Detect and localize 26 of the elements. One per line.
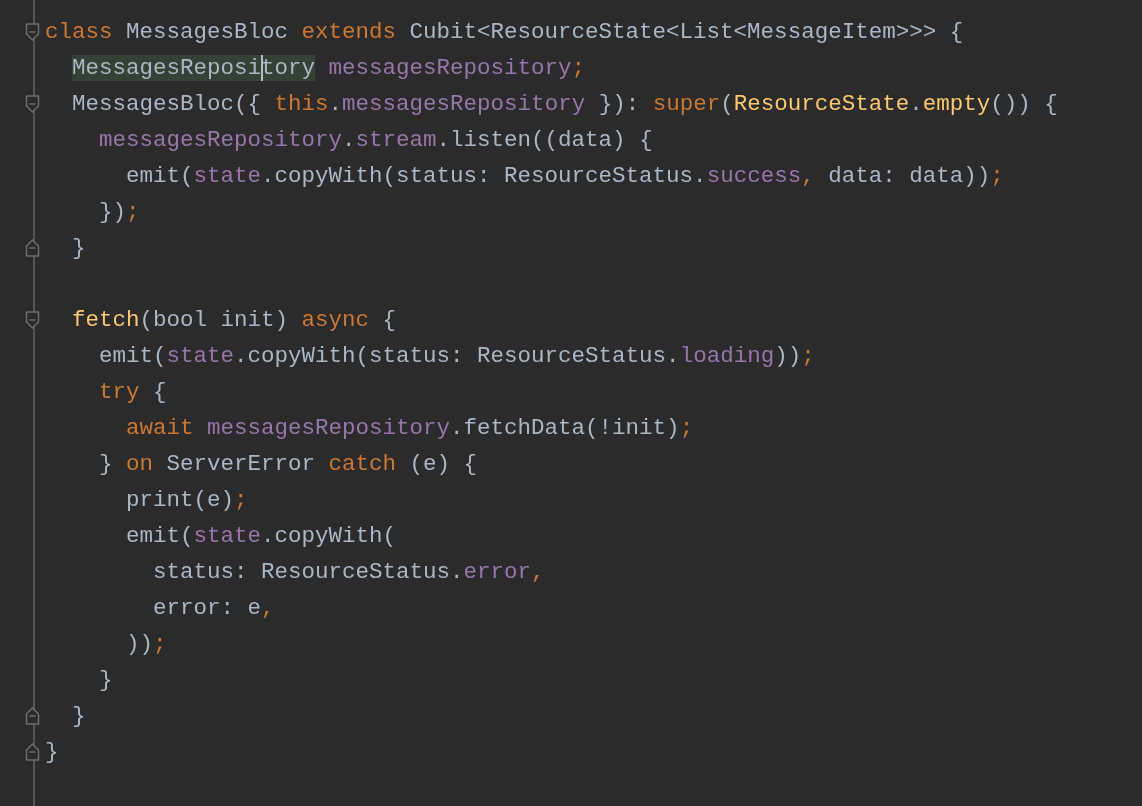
fold-marker-icon[interactable]: [25, 743, 40, 761]
code-line: }: [72, 702, 86, 731]
code-line: ));: [126, 630, 167, 659]
code-line: emit(state.copyWith(: [126, 522, 397, 551]
fold-marker-icon[interactable]: [25, 95, 40, 113]
code-line: MessagesRepository messagesRepository;: [72, 54, 586, 83]
code-line: print(e);: [126, 486, 248, 515]
code-line: }: [99, 666, 113, 695]
code-line: error: e,: [153, 594, 275, 623]
code-line: class MessagesBloc extends Cubit<ResourceState<List<MessageItem>>> {: [45, 18, 964, 47]
code-line: }: [45, 738, 59, 767]
fold-marker-icon[interactable]: [25, 23, 40, 41]
code-line: });: [99, 198, 140, 227]
code-line: try {: [99, 378, 167, 407]
code-line: await messagesRepository.fetchData(!init);: [126, 414, 694, 443]
code-line: status: ResourceStatus.error,: [153, 558, 545, 587]
code-line: }: [72, 234, 86, 263]
code-line: messagesRepository.stream.listen((data) {: [99, 126, 653, 155]
code-line: MessagesBloc({ this.messagesRepository }): super(ResourceState.empty()) {: [72, 90, 1058, 119]
fold-marker-icon[interactable]: [25, 239, 40, 257]
fold-marker-icon[interactable]: [25, 707, 40, 725]
code-line: fetch(bool init) async {: [72, 306, 397, 335]
fold-marker-icon[interactable]: [25, 311, 40, 329]
code-line: emit(state.copyWith(status: ResourceStatus.success, data: data));: [126, 162, 1004, 191]
code-line: } on ServerError catch (e) {: [99, 450, 478, 479]
code-line: emit(state.copyWith(status: ResourceStatus.loading));: [99, 342, 815, 371]
